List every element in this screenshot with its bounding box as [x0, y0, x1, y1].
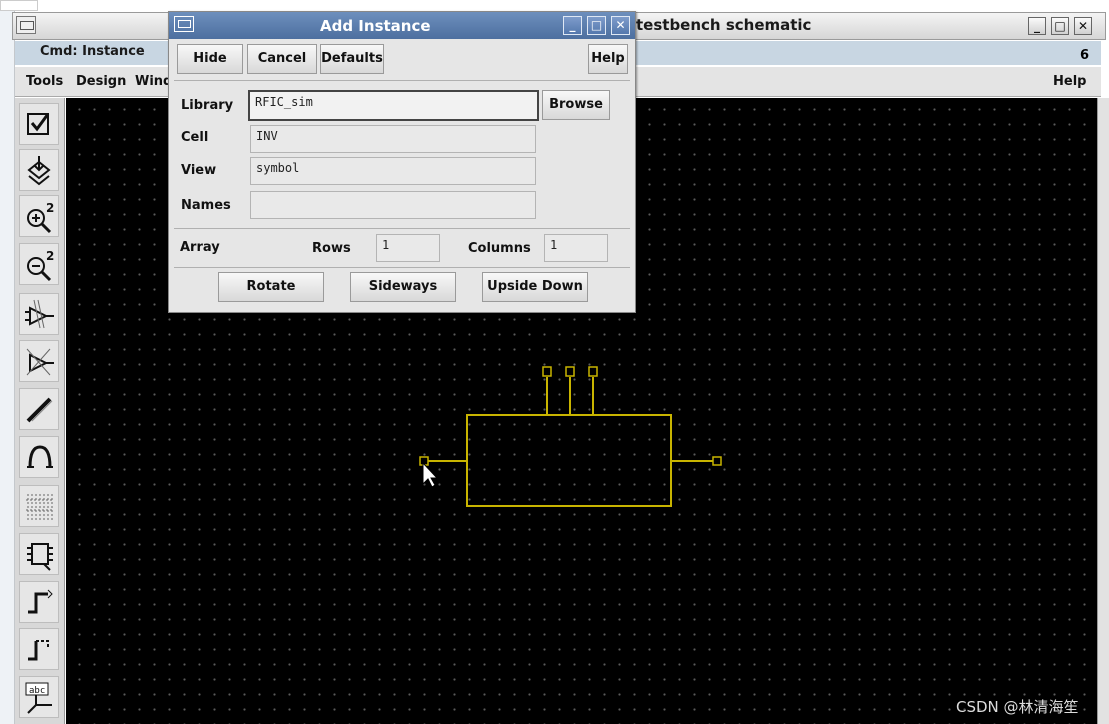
right-scrollbar[interactable]	[1097, 98, 1109, 724]
pin-square-icon	[565, 366, 575, 377]
command-status: Cmd: Instance	[40, 44, 145, 59]
cancel-button[interactable]: Cancel	[247, 44, 317, 74]
dialog-close-button[interactable]: ✕	[611, 16, 630, 35]
maximize-button[interactable]: □	[1051, 17, 1069, 35]
menu-window[interactable]: Wind	[135, 74, 172, 89]
defaults-button[interactable]: Defaults	[320, 44, 384, 74]
menu-design[interactable]: Design	[76, 74, 126, 89]
browse-button[interactable]: Browse	[542, 90, 610, 120]
names-field[interactable]	[250, 191, 536, 219]
columns-field[interactable]: 1	[544, 234, 608, 262]
dialog-maximize-button[interactable]: □	[587, 16, 606, 35]
label-icon[interactable]: abc	[19, 676, 59, 718]
chip-icon[interactable]	[19, 533, 59, 575]
array-label: Array	[180, 240, 220, 255]
rotate-button[interactable]: Rotate	[218, 272, 324, 302]
cell-field[interactable]: INV	[250, 125, 536, 153]
check-icon[interactable]	[19, 103, 59, 145]
pin-icon[interactable]	[19, 340, 59, 382]
dialog-minimize-button[interactable]: _	[563, 16, 582, 35]
zoom-out-label: 2	[46, 249, 54, 263]
names-label: Names	[181, 198, 231, 213]
pin-square-icon	[542, 366, 552, 377]
desktop-edge-tab	[0, 0, 38, 11]
rows-field[interactable]: 1	[376, 234, 440, 262]
pin-square-icon	[588, 366, 598, 377]
wire-icon[interactable]	[19, 388, 59, 430]
desktop-edge	[0, 0, 15, 724]
divider	[174, 80, 630, 81]
descend-icon[interactable]	[19, 149, 59, 191]
pattern-icon[interactable]	[19, 485, 59, 527]
step-wire-icon[interactable]	[19, 581, 59, 623]
upside-down-button[interactable]: Upside Down	[482, 272, 588, 302]
library-label: Library	[181, 98, 234, 113]
library-field[interactable]: RFIC_sim	[248, 90, 539, 121]
window-title: testbench schematic	[636, 16, 812, 34]
zoom-out-icon[interactable]: 2	[19, 243, 59, 285]
close-button[interactable]: ✕	[1074, 17, 1092, 35]
zoom-in-icon[interactable]: 2	[19, 195, 59, 237]
dialog-menu-icon[interactable]	[174, 16, 194, 32]
instance-symbol-preview	[419, 366, 722, 507]
cell-label: Cell	[181, 130, 209, 145]
rows-label: Rows	[312, 241, 351, 256]
watermark: CSDN @林清海笙	[956, 698, 1079, 716]
dashed-wire-icon[interactable]	[19, 628, 59, 670]
mouse-cursor-icon	[422, 461, 439, 488]
view-label: View	[181, 163, 217, 178]
window-menu-icon[interactable]	[16, 16, 36, 34]
dialog-title: Add Instance	[320, 17, 431, 35]
symbol-body	[466, 414, 672, 507]
divider	[174, 228, 630, 229]
divider	[174, 267, 630, 268]
command-count: 6	[1080, 48, 1090, 63]
instance-icon[interactable]	[19, 293, 59, 335]
label-icon-text: abc	[29, 686, 45, 696]
pin-square-icon	[712, 456, 722, 466]
menu-help[interactable]: Help	[1053, 74, 1086, 89]
zoom-in-label: 2	[46, 201, 54, 215]
menu-tools[interactable]: Tools	[26, 74, 63, 89]
columns-label: Columns	[468, 241, 531, 256]
help-button[interactable]: Help	[588, 44, 628, 74]
sideways-button[interactable]: Sideways	[350, 272, 456, 302]
hide-button[interactable]: Hide	[177, 44, 243, 74]
minimize-button[interactable]: _	[1028, 17, 1046, 35]
view-field[interactable]: symbol	[250, 157, 536, 185]
arc-icon[interactable]	[19, 436, 59, 478]
